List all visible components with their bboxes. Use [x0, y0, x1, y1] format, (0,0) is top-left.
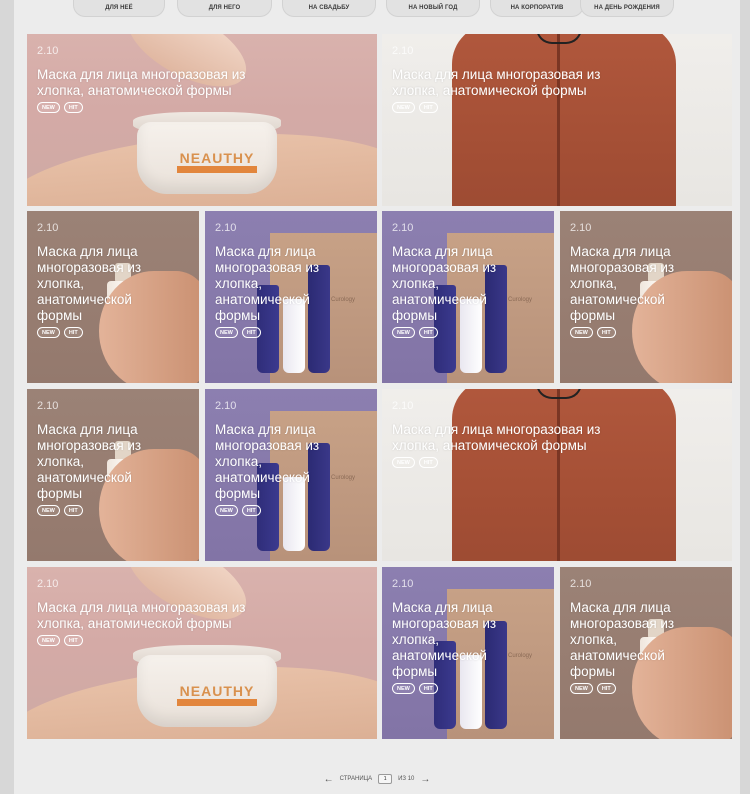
tag-badge: HIT: [596, 683, 616, 694]
card-tags: NEW HIT: [392, 457, 438, 468]
pagination-total: ИЗ 10: [398, 776, 415, 782]
filter-chip-corporate[interactable]: НА КОРПОРАТИВ: [490, 0, 584, 17]
card-title: Маска для лица многоразовая из хлопка, а…: [570, 600, 675, 679]
tag-badge: NEW: [392, 683, 415, 694]
card-title: Маска для лица многоразовая из хлопка, а…: [37, 422, 142, 501]
tag-badge: NEW: [570, 327, 593, 338]
pagination: ← СТРАНИЦА 1 ИЗ 10 →: [14, 772, 740, 786]
product-photo: NEAUTHY: [27, 567, 377, 739]
card-title: Маска для лица многоразовая из хлопка, а…: [392, 422, 601, 453]
card-title: Маска для лица многоразовая из хлопка, а…: [37, 67, 246, 98]
product-photo: NEAUTHY: [27, 34, 377, 206]
tag-badge: NEW: [37, 635, 60, 646]
product-card[interactable]: Curology 2.10 Маска для лица многоразовая …: [205, 389, 377, 561]
card-date: 2.10: [37, 45, 59, 57]
card-date: 2.10: [392, 578, 414, 590]
card-tags: NEW HIT: [37, 102, 83, 113]
tag-badge: NEW: [392, 327, 415, 338]
arrow-right-icon[interactable]: →: [420, 774, 430, 785]
tag-badge: NEW: [392, 457, 415, 468]
tag-badge: NEW: [215, 505, 238, 516]
tag-badge: HIT: [596, 327, 616, 338]
page-number-input[interactable]: 1: [378, 774, 393, 784]
product-photo: [382, 389, 732, 561]
card-tags: NEW HIT: [37, 505, 83, 516]
tag-badge: HIT: [418, 683, 438, 694]
card-title: Маска для лица многоразовая из хлопка, а…: [392, 67, 601, 98]
tag-badge: NEW: [570, 683, 593, 694]
card-title: Маска для лица многоразовая из хлопка, а…: [215, 422, 320, 501]
tag-badge: HIT: [418, 327, 438, 338]
card-tags: NEW HIT: [392, 327, 438, 338]
tag-badge: NEW: [37, 327, 60, 338]
card-title: Маска для лица многоразовая из хлопка, а…: [392, 600, 497, 679]
tag-badge: HIT: [418, 102, 438, 113]
card-tags: NEW HIT: [392, 683, 438, 694]
filter-chip-new-year[interactable]: НА НОВЫЙ ГОД: [386, 0, 480, 17]
card-date: 2.10: [37, 578, 59, 590]
product-card[interactable]: Curology 2.10 Маска для лица многоразовая …: [382, 567, 554, 739]
tag-badge: NEW: [392, 102, 415, 113]
filter-chip-for-her[interactable]: ДЛЯ НЕЁ: [73, 0, 165, 17]
card-date: 2.10: [392, 45, 414, 57]
card-tags: NEW HIT: [215, 327, 261, 338]
jar-brand-text: NEAUTHY: [179, 683, 255, 699]
arrow-left-icon[interactable]: ←: [324, 774, 334, 785]
tag-badge: NEW: [37, 505, 60, 516]
card-tags: NEW HIT: [215, 505, 261, 516]
filter-chips: ДЛЯ НЕЁ ДЛЯ НЕГО НА СВАДЬБУ НА НОВЫЙ ГОД…: [14, 0, 740, 18]
card-title: Маска для лица многоразовая из хлопка, а…: [570, 244, 675, 323]
tag-badge: NEW: [215, 327, 238, 338]
card-title: Маска для лица многоразовая из хлопка, а…: [37, 244, 142, 323]
pagination-label: СТРАНИЦА: [339, 776, 373, 782]
tag-badge: HIT: [241, 505, 261, 516]
product-photo: [382, 34, 732, 206]
jar-brand-text: NEAUTHY: [179, 150, 255, 166]
card-date: 2.10: [37, 222, 59, 234]
product-card[interactable]: NEAUTHY 2.10 Маска для лица многоразовая и…: [27, 34, 377, 206]
product-card[interactable]: 2.10 Маска для лица многоразовая из хлопк…: [560, 567, 732, 739]
card-date: 2.10: [570, 222, 592, 234]
card-date: 2.10: [392, 400, 414, 412]
product-card[interactable]: Curology 2.10 Маска для лица многоразовая …: [205, 211, 377, 383]
card-tags: NEW HIT: [570, 683, 616, 694]
tag-badge: HIT: [63, 505, 83, 516]
tag-badge: NEW: [37, 102, 60, 113]
card-title: Маска для лица многоразовая из хлопка, а…: [215, 244, 320, 323]
product-card[interactable]: 2.10 Маска для лица многоразовая из хлопк…: [560, 211, 732, 383]
card-title: Маска для лица многоразовая из хлопка, а…: [392, 244, 497, 323]
card-tags: NEW HIT: [37, 327, 83, 338]
tag-badge: HIT: [418, 457, 438, 468]
card-date: 2.10: [215, 400, 237, 412]
product-card[interactable]: 2.10 Маска для лица многоразовая из хлопк…: [27, 211, 199, 383]
card-date: 2.10: [215, 222, 237, 234]
filter-chip-birthday[interactable]: НА ДЕНЬ РОЖДЕНИЯ: [580, 0, 674, 17]
product-card[interactable]: Curology 2.10 Маска для лица многоразовая …: [382, 211, 554, 383]
card-tags: NEW HIT: [392, 102, 438, 113]
product-card[interactable]: 2.10 Маска для лица многоразовая из хлопк…: [27, 389, 199, 561]
filter-chip-for-him[interactable]: ДЛЯ НЕГО: [177, 0, 272, 17]
card-tags: NEW HIT: [570, 327, 616, 338]
card-date: 2.10: [37, 400, 59, 412]
tag-badge: HIT: [63, 327, 83, 338]
card-tags: NEW HIT: [37, 635, 83, 646]
product-card[interactable]: 2.10 Маска для лица многоразовая из хлопк…: [382, 34, 732, 206]
filter-chip-wedding[interactable]: НА СВАДЬБУ: [282, 0, 376, 17]
tag-badge: HIT: [241, 327, 261, 338]
card-title: Маска для лица многоразовая из хлопка, а…: [37, 600, 246, 631]
card-date: 2.10: [392, 222, 414, 234]
tag-badge: HIT: [63, 102, 83, 113]
tag-badge: HIT: [63, 635, 83, 646]
catalog-page: ДЛЯ НЕЁ ДЛЯ НЕГО НА СВАДЬБУ НА НОВЫЙ ГОД…: [14, 0, 740, 794]
card-date: 2.10: [570, 578, 592, 590]
product-card[interactable]: NEAUTHY 2.10 Маска для лица многоразовая и…: [27, 567, 377, 739]
product-card[interactable]: 2.10 Маска для лица многоразовая из хлопк…: [382, 389, 732, 561]
